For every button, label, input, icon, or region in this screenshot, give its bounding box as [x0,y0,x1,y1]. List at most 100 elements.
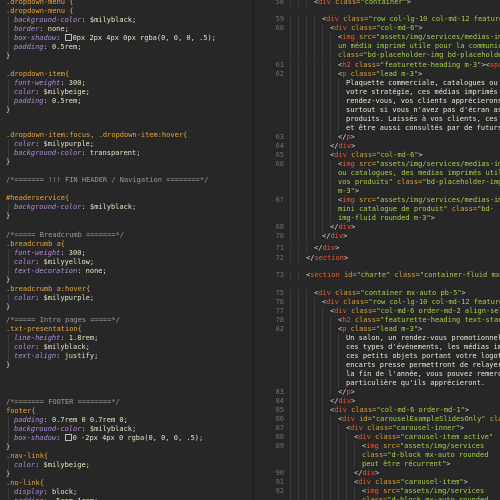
code-line[interactable]: } [0,212,254,221]
code-line[interactable]: .dropdown-item{ [0,70,254,79]
code-line[interactable]: 89 <img src="assets/img/services [254,442,500,451]
code-line[interactable]: .dropdown-item:focus, .dropdown-item:hov… [0,131,254,140]
code-line[interactable]: color: $milyblack; [0,343,254,352]
code-line[interactable]: 65 <div class="col-md-6"> [254,151,500,160]
code-line[interactable]: } [0,470,254,479]
code-line[interactable]: /*===== Intro pages =====*/ [0,316,254,325]
code-line[interactable]: vos produits" class="bd-placeholder-img [254,178,500,187]
code-line[interactable]: 63 </p> [254,133,500,142]
code-line[interactable]: produits. Laissés à vos clients, ces méd… [254,115,500,124]
code-line[interactable]: line-height: 1.8rem; [0,334,254,343]
code-line[interactable]: 71 </div> [254,244,500,253]
code-line[interactable]: particulière qu'ils apprécieront. [254,379,500,388]
code-line[interactable]: 84 </div> [254,397,500,406]
code-line[interactable]: 68 </div> [254,223,500,232]
code-line[interactable]: background-color: $milyblack; [0,16,254,25]
code-line[interactable]: 90 </div> [254,469,500,478]
code-line[interactable]: 75 <div class="container mx-auto pb-5"> [254,289,500,298]
code-line[interactable]: 83 </p> [254,388,500,397]
code-line[interactable]: color: $milypurple; [0,140,254,149]
code-line[interactable]: } [0,52,254,61]
code-line[interactable]: ces petits objets portant votre logotype… [254,352,500,361]
code-line[interactable]: background-color: $milyblack; [0,425,254,434]
code-line[interactable]: .nav-link{ [0,452,254,461]
code-line[interactable]: color: $milypurple; [0,294,254,303]
code-line[interactable]: m-3"> [254,187,500,196]
code-line[interactable]: #headerservice{ [0,194,254,203]
code-line[interactable]: ou catalogues, des medias imprimés utile… [254,169,500,178]
code-line[interactable]: border: none; [0,25,254,34]
code-line[interactable]: 61 <h2 class="featurette-heading m-3"><sp… [254,61,500,70]
code-line[interactable]: padding: 0.5rem; [0,97,254,106]
code-line[interactable]: font-weight: 300; [0,79,254,88]
code-line[interactable]: votre stratégie, ces médias imprimés peu… [254,88,500,97]
code-line[interactable]: .txt-presentation{ [0,325,254,334]
code-line[interactable]: 77 <div class="col-md-6 order-md-2 align-… [254,307,500,316]
code-line[interactable]: } [0,106,254,115]
code-line[interactable]: 72 </section> [254,254,500,263]
code-line[interactable]: 73 <section id="charte" class="container-… [254,271,500,280]
code-line[interactable]: text-align: justify; [0,352,254,361]
code-line[interactable]: 58 <div class="container"> [254,0,500,7]
code-line[interactable]: et être aussi consultés par de futurs cl… [254,124,500,133]
code-line[interactable]: 66 <img src="assets/img/services/medias-i… [254,160,500,169]
code-line[interactable]: ces types d'événements, les médias impri… [254,343,500,352]
code-line[interactable]: .no-link{ [0,479,254,488]
code-line[interactable]: box-shadow: 0px 2px 4px 0px rgba(0, 0, 0… [0,34,254,43]
code-line[interactable]: 86 <div id="carouselExampleSlidesOnly" cl… [254,415,500,424]
code-line[interactable]: 88 <div class="carousel-item active" [254,433,500,442]
code-line[interactable]: 91 <div class="carousel-item"> [254,478,500,487]
code-line[interactable]: 85 <div class="col-md-6 order-md-1"> [254,406,500,415]
code-line[interactable]: } [0,303,254,312]
code-line[interactable]: img-fluid rounded m-3"> [254,214,500,223]
code-line[interactable]: class="d-block mx-auto rounded [254,451,500,460]
code-line[interactable]: text-decoration: none; [0,267,254,276]
scss-editor-pane[interactable]: .dropdown-menu {.dropdown-menu {backgrou… [0,0,254,500]
code-line[interactable]: 59 <div class="row col-lg-10 col-md-12 fe… [254,15,500,24]
code-line[interactable]: } [0,276,254,285]
code-line[interactable]: 87 <div class="carousel-inner"> [254,424,500,433]
code-line[interactable]: 78 <h2 class="featurette-heading text-sta… [254,316,500,325]
code-line[interactable]: mini catalogue de produit" class="bd- [254,205,500,214]
code-line[interactable]: 67 <img src="assets/img/services/medias-i… [254,196,500,205]
code-line[interactable]: .dropdown-menu { [0,0,254,7]
code-line[interactable]: peut être récurrent"> [254,460,500,469]
code-line[interactable]: } [0,443,254,452]
code-line[interactable]: Un salon, un rendez-vous promotionnel av… [254,334,500,343]
code-line[interactable]: <img src="assets/img/services/medias-imp… [254,33,500,42]
code-line[interactable]: un média imprimé utile pour la communica… [254,42,500,51]
code-line[interactable]: background-color: transparent; [0,149,254,158]
code-line[interactable]: background-color: $milyblack; [0,203,254,212]
code-line[interactable]: /*======= FOOTER ========*/ [0,398,254,407]
code-line[interactable]: .dropdown-menu { [0,7,254,16]
code-line[interactable]: } [0,361,254,370]
code-line[interactable]: .breadcrumb a:hover{ [0,285,254,294]
code-line[interactable]: Plaquette commerciale, catalogues ou bro… [254,79,500,88]
code-line[interactable]: 70 </div> [254,232,500,241]
code-line[interactable]: footer{ [0,407,254,416]
code-line[interactable]: } [0,158,254,167]
code-line[interactable]: 64 </div> [254,142,500,151]
code-line[interactable]: color: $milybeige; [0,461,254,470]
code-line[interactable]: .breadcrumb a{ [0,240,254,249]
code-line[interactable]: class="bd-placeholder-img bd-placeholder… [254,51,500,60]
html-editor-pane[interactable]: 58 <div class="container"> 59 <div class="r… [254,0,500,500]
code-line[interactable]: rendez-vous, vos clients apprécierons sû… [254,97,500,106]
code-line[interactable]: la fin de l'année, vous pouvez remercier… [254,370,500,379]
code-line[interactable]: 60 <div class="col-md-6"> [254,24,500,33]
code-line[interactable]: 82 <p class="lead m-3"> [254,325,500,334]
code-line[interactable]: box-shadow: 0 -2px 4px 0 rgba(0, 0, 0, .… [0,434,254,443]
code-line[interactable]: surtout si vous n'avez pas d'écran assez [254,106,500,115]
code-line[interactable]: 76 <div class="row col-lg-10 col-md-12 fe… [254,298,500,307]
code-line[interactable]: class="d-block mx-auto rounded [254,496,500,500]
code-line[interactable]: /*======= !!! FIN HEADER / Navigation ==… [0,176,254,185]
code-line[interactable]: padding: 0.5rem; [0,43,254,52]
code-line[interactable]: /*===== Breadcrumb =======*/ [0,231,254,240]
code-line[interactable]: 92 <img src="assets/img/services [254,487,500,496]
code-line[interactable]: encarts presse permettront de relayer vo… [254,361,500,370]
code-line[interactable]: font-weight: 300; [0,249,254,258]
code-line[interactable]: padding: 0.7rem 0 0.7rem 0; [0,416,254,425]
code-line[interactable]: display: block; [0,488,254,497]
code-line[interactable]: 62 <p class="lead m-3"> [254,70,500,79]
code-line[interactable]: color: $milyyellow; [0,258,254,267]
